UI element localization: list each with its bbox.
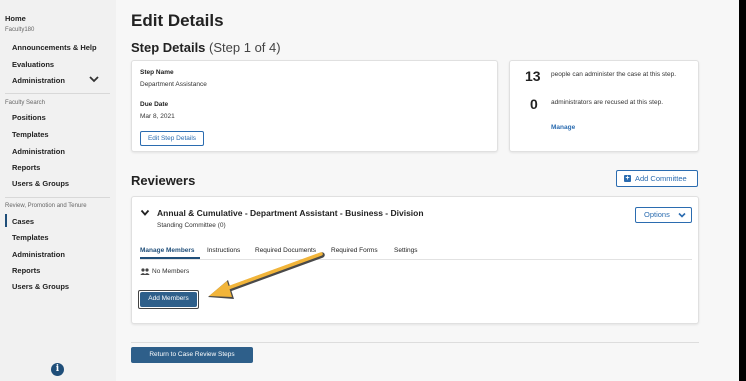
sidebar-item-evaluations[interactable]: Evaluations (12, 60, 54, 69)
recused-text: administrators are recused at this step. (551, 99, 663, 106)
tab-manage-members[interactable]: Manage Members (140, 247, 195, 254)
sidebar-item-home[interactable]: Home (5, 14, 26, 23)
manage-link[interactable]: Manage (551, 124, 575, 131)
sidebar-heading-faculty-search: Faculty Search (5, 100, 46, 106)
admins-count: 13 (525, 68, 541, 84)
users-icon (140, 268, 150, 275)
sidebar-item-templates[interactable]: Templates (12, 233, 49, 242)
sidebar-item-reports[interactable]: Reports (12, 266, 40, 275)
info-icon[interactable]: i (51, 363, 64, 376)
sidebar-heading-rpt: Review, Promotion and Tenure (5, 203, 87, 209)
page-divider (131, 342, 699, 343)
add-committee-button[interactable]: + Add Committee (616, 170, 698, 187)
tab-settings[interactable]: Settings (394, 247, 418, 254)
sidebar-item-administration[interactable]: Administration (12, 250, 65, 259)
step-name-label: Step Name (140, 69, 174, 76)
options-button[interactable]: Options (635, 207, 692, 223)
step-counter: (Step 1 of 4) (209, 40, 281, 55)
plus-icon: + (624, 175, 631, 182)
step-details-title: Step Details (131, 40, 206, 55)
step-details-card: Step Name Department Assistance Due Date… (131, 60, 498, 152)
sidebar-item-users-groups[interactable]: Users & Groups (12, 282, 69, 291)
add-committee-label: Add Committee (635, 174, 687, 183)
arrow-annotation (208, 252, 325, 299)
admins-text: people can administer the case at this s… (551, 71, 677, 78)
add-members-button[interactable]: Add Members (140, 292, 197, 307)
sidebar-item-administration[interactable]: Administration (12, 76, 65, 85)
sidebar-divider (5, 197, 110, 198)
chevron-down-icon[interactable] (88, 74, 100, 84)
sidebar-heading-faculty180: Faculty180 (5, 27, 35, 33)
committee-card: Annual & Cumulative - Department Assista… (131, 196, 699, 324)
sidebar-item-announcements-help[interactable]: Announcements & Help (12, 43, 97, 52)
sidebar-item-reports[interactable]: Reports (12, 163, 40, 172)
main-content: Edit Details Step Details (Step 1 of 4) … (116, 0, 739, 381)
app-window: Home Faculty180 Announcements & Help Eva… (0, 0, 739, 381)
sidebar-active-indicator (5, 214, 7, 227)
due-date-value: Mar 8, 2021 (140, 113, 175, 120)
sidebar-item-administration[interactable]: Administration (12, 147, 65, 156)
edit-step-details-button[interactable]: Edit Step Details (140, 131, 204, 146)
committee-subtitle: Standing Committee (0) (157, 222, 226, 229)
step-name-value: Department Assistance (140, 81, 207, 88)
committee-name: Annual & Cumulative - Department Assista… (157, 208, 424, 218)
step-details-heading: Step Details (Step 1 of 4) (131, 40, 281, 55)
due-date-label: Due Date (140, 101, 169, 108)
members-status: No Members (152, 268, 190, 275)
reviewers-heading: Reviewers (131, 173, 196, 188)
chevron-down-icon[interactable] (140, 209, 150, 217)
sidebar-item-templates[interactable]: Templates (12, 130, 49, 139)
sidebar-divider (5, 93, 110, 94)
options-label: Options (644, 210, 670, 219)
sidebar-item-users-groups[interactable]: Users & Groups (12, 179, 69, 188)
chevron-down-icon (678, 212, 686, 218)
step-stats-card: 13 people can administer the case at thi… (509, 60, 699, 152)
sidebar: Home Faculty180 Announcements & Help Eva… (0, 0, 116, 381)
add-members-focus-ring: Add Members (138, 290, 199, 309)
recused-count: 0 (530, 96, 538, 112)
sidebar-item-cases[interactable]: Cases (12, 217, 34, 226)
return-to-case-review-steps-button[interactable]: Return to Case Review Steps (131, 347, 253, 363)
sidebar-item-positions[interactable]: Positions (12, 113, 46, 122)
page-title: Edit Details (131, 11, 224, 30)
